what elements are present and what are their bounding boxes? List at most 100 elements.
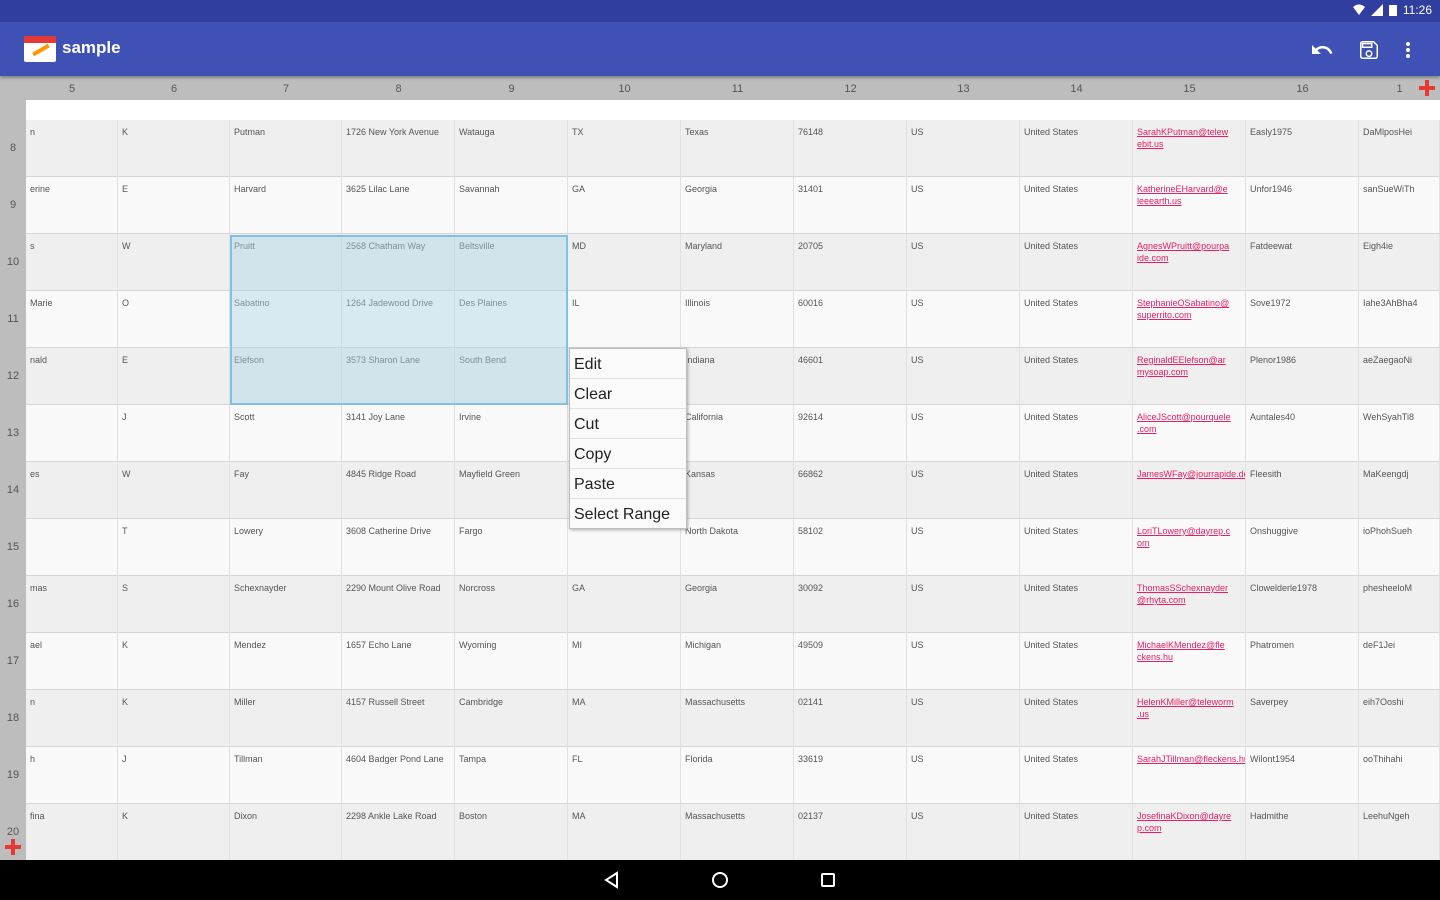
column-header[interactable]: 12	[794, 76, 907, 100]
table-cell[interactable]: Putman	[230, 120, 342, 177]
table-cell[interactable]: ThomasSSchexnayder @rhyta.com	[1133, 576, 1246, 633]
selected-range[interactable]	[230, 235, 568, 405]
table-cell[interactable]: WehSyahTi8	[1359, 405, 1440, 462]
column-header[interactable]: 14	[1020, 76, 1133, 100]
column-header[interactable]: 15	[1133, 76, 1246, 100]
table-cell[interactable]: es	[26, 462, 118, 519]
table-cell[interactable]: IL	[568, 291, 681, 348]
row-header[interactable]: 14	[0, 484, 26, 496]
table-cell[interactable]: Fargo	[455, 519, 568, 576]
table-cell[interactable]: eih7Ooshi	[1359, 690, 1440, 747]
table-cell[interactable]: TX	[568, 120, 681, 177]
table-cell[interactable]: K	[118, 690, 230, 747]
table-cell[interactable]: 3141 Joy Lane	[342, 405, 455, 462]
table-cell[interactable]: 4157 Russell Street	[342, 690, 455, 747]
table-cell[interactable]: 46601	[794, 348, 907, 405]
menu-item-edit[interactable]: Edit	[570, 349, 686, 379]
table-cell[interactable]: 60016	[794, 291, 907, 348]
table-cell[interactable]: Scott	[230, 405, 342, 462]
table-cell[interactable]: Norcross	[455, 576, 568, 633]
column-header[interactable]: 8	[342, 76, 455, 100]
table-cell[interactable]: erine	[26, 177, 118, 234]
table-cell[interactable]: US	[907, 405, 1020, 462]
column-header[interactable]: 5	[26, 76, 118, 100]
table-cell[interactable]: Plenor1986	[1246, 348, 1359, 405]
table-cell[interactable]: Phatromen	[1246, 633, 1359, 690]
table-cell[interactable]: K	[118, 633, 230, 690]
row-header[interactable]: 19	[0, 769, 26, 781]
row-header[interactable]: 20	[0, 826, 26, 838]
table-cell[interactable]: Mendez	[230, 633, 342, 690]
overflow-menu-button[interactable]	[1394, 36, 1422, 64]
table-cell[interactable]: Sove1972	[1246, 291, 1359, 348]
column-header[interactable]: 10	[568, 76, 681, 100]
table-cell[interactable]: W	[118, 462, 230, 519]
table-cell[interactable]: Iahe3AhBha4	[1359, 291, 1440, 348]
table-cell[interactable]: LoriTLowery@dayrep.c om	[1133, 519, 1246, 576]
table-cell[interactable]: GA	[568, 576, 681, 633]
table-cell[interactable]: United States	[1020, 234, 1133, 291]
table-cell[interactable]: JosefinaKDixon@dayre p.com	[1133, 804, 1246, 860]
table-cell[interactable]: US	[907, 120, 1020, 177]
table-cell[interactable]: Fatdeewat	[1246, 234, 1359, 291]
table-cell[interactable]: ael	[26, 633, 118, 690]
table-cell[interactable]: phesheeloM	[1359, 576, 1440, 633]
table-cell[interactable]: MI	[568, 633, 681, 690]
table-cell[interactable]: 02137	[794, 804, 907, 860]
table-cell[interactable]: Lowery	[230, 519, 342, 576]
table-cell[interactable]: Marie	[26, 291, 118, 348]
table-cell[interactable]: Savannah	[455, 177, 568, 234]
add-row-icon[interactable]	[4, 838, 22, 856]
column-header[interactable]: 11	[681, 76, 794, 100]
table-cell[interactable]: Indiana	[681, 348, 794, 405]
table-cell[interactable]: J	[118, 405, 230, 462]
undo-button[interactable]	[1308, 36, 1336, 64]
table-cell[interactable]: Mayfield Green	[455, 462, 568, 519]
table-cell[interactable]: O	[118, 291, 230, 348]
table-cell[interactable]: US	[907, 234, 1020, 291]
table-cell[interactable]: 2298 Ankle Lake Road	[342, 804, 455, 860]
table-cell[interactable]: deF1Jei	[1359, 633, 1440, 690]
add-column-icon[interactable]	[1418, 79, 1436, 97]
menu-item-select-range[interactable]: Select Range	[570, 499, 686, 528]
table-cell[interactable]: FL	[568, 747, 681, 804]
table-cell[interactable]: ooThihahi	[1359, 747, 1440, 804]
table-cell[interactable]: Irvine	[455, 405, 568, 462]
table-cell[interactable]: Miller	[230, 690, 342, 747]
table-cell[interactable]: US	[907, 576, 1020, 633]
table-cell[interactable]: Wilont1954	[1246, 747, 1359, 804]
table-cell[interactable]: 33619	[794, 747, 907, 804]
table-cell[interactable]: SarahJTillman@fleckens.hu	[1133, 747, 1246, 804]
table-cell[interactable]: AliceJScott@pourquele .com	[1133, 405, 1246, 462]
table-cell[interactable]: JamesWFay@jourrapide.de	[1133, 462, 1246, 519]
table-cell[interactable]: United States	[1020, 519, 1133, 576]
table-cell[interactable]: Hadmithe	[1246, 804, 1359, 860]
table-cell[interactable]: US	[907, 747, 1020, 804]
table-cell[interactable]: Onshuggive	[1246, 519, 1359, 576]
table-cell[interactable]: Georgia	[681, 177, 794, 234]
table-cell[interactable]: 3625 Lilac Lane	[342, 177, 455, 234]
table-cell[interactable]: 4845 Ridge Road	[342, 462, 455, 519]
table-cell[interactable]: T	[118, 519, 230, 576]
table-cell[interactable]: S	[118, 576, 230, 633]
table-cell[interactable]: 1726 New York Avenue	[342, 120, 455, 177]
table-cell[interactable]: Tillman	[230, 747, 342, 804]
table-cell[interactable]: s	[26, 234, 118, 291]
table-cell[interactable]: Kansas	[681, 462, 794, 519]
menu-item-cut[interactable]: Cut	[570, 409, 686, 439]
table-cell[interactable]: United States	[1020, 633, 1133, 690]
table-cell[interactable]: United States	[1020, 120, 1133, 177]
table-cell[interactable]: HelenKMiller@teleworm .us	[1133, 690, 1246, 747]
table-cell[interactable]: Unfor1946	[1246, 177, 1359, 234]
table-cell[interactable]: Illinois	[681, 291, 794, 348]
menu-item-copy[interactable]: Copy	[570, 439, 686, 469]
table-cell[interactable]	[26, 405, 118, 462]
column-header[interactable]: 6	[118, 76, 230, 100]
column-header[interactable]: 16	[1246, 76, 1359, 100]
column-header[interactable]: 7	[230, 76, 342, 100]
table-cell[interactable]: Tampa	[455, 747, 568, 804]
table-cell[interactable]: 76148	[794, 120, 907, 177]
table-cell[interactable]: United States	[1020, 348, 1133, 405]
table-cell[interactable]: mas	[26, 576, 118, 633]
table-cell[interactable]: Fay	[230, 462, 342, 519]
